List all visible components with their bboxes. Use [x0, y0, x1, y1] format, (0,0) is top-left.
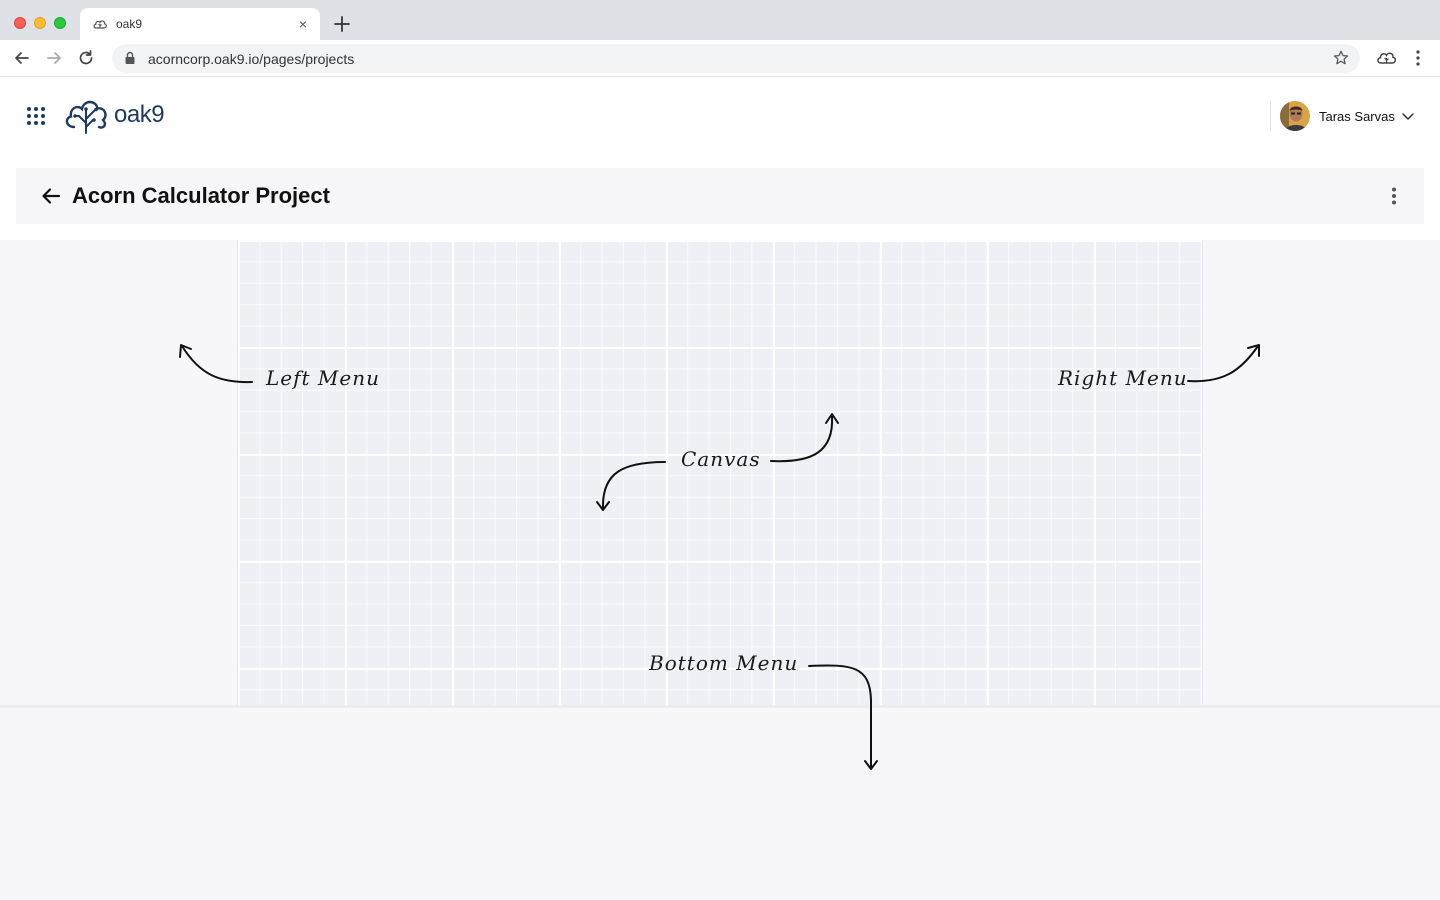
window-minimize-button[interactable] [34, 17, 46, 29]
oak9-logo[interactable]: oak9 [63, 96, 173, 134]
canvas-label: Canvas [681, 447, 761, 471]
browser-tabstrip: oak9 × [0, 0, 1440, 40]
browser-menu-icon[interactable] [1410, 48, 1426, 68]
reload-icon[interactable] [76, 48, 96, 68]
user-name[interactable]: Taras Sarvas [1319, 109, 1395, 124]
oak9-tree-cloud-icon [65, 100, 107, 134]
right-menu-label: Right Menu [1058, 366, 1188, 390]
oak9-extension-icon[interactable] [1375, 48, 1397, 68]
avatar[interactable] [1280, 101, 1310, 131]
browser-toolbar: acorncorp.oak9.io/pages/projects [0, 40, 1440, 77]
left-menu-label: Left Menu [266, 366, 380, 390]
app-header: oak9 Taras Sarvas [0, 77, 1440, 153]
chevron-down-icon[interactable] [1400, 108, 1416, 124]
back-arrow-icon[interactable] [40, 186, 62, 206]
new-tab-icon[interactable] [330, 12, 354, 36]
browser-tab[interactable]: oak9 × [80, 8, 320, 40]
page-title: Acorn Calculator Project [72, 183, 330, 208]
url-text: acorncorp.oak9.io/pages/projects [148, 51, 355, 67]
project-bar: Acorn Calculator Project [16, 168, 1424, 224]
lock-icon [125, 51, 135, 64]
header-divider [1270, 101, 1271, 131]
apps-grid-icon[interactable] [26, 106, 46, 126]
brand-name: oak9 [114, 101, 165, 128]
canvas-area[interactable] [237, 240, 1203, 706]
project-header: Acorn Calculator Project [0, 153, 1440, 240]
more-vertical-icon[interactable] [1384, 186, 1404, 206]
back-arrow-icon[interactable] [12, 48, 32, 68]
address-bar[interactable]: acorncorp.oak9.io/pages/projects [112, 44, 1360, 73]
bookmark-star-icon[interactable] [1332, 49, 1350, 67]
window-maximize-button[interactable] [54, 17, 66, 29]
oak9-cloud-icon [93, 20, 107, 29]
bottom-menu-divider [0, 705, 1440, 708]
bottom-menu-label: Bottom Menu [649, 651, 799, 675]
tab-close-icon[interactable]: × [294, 15, 312, 33]
forward-arrow-icon[interactable] [44, 48, 64, 68]
window-close-button[interactable] [14, 17, 26, 29]
tab-title: oak9 [116, 17, 143, 31]
